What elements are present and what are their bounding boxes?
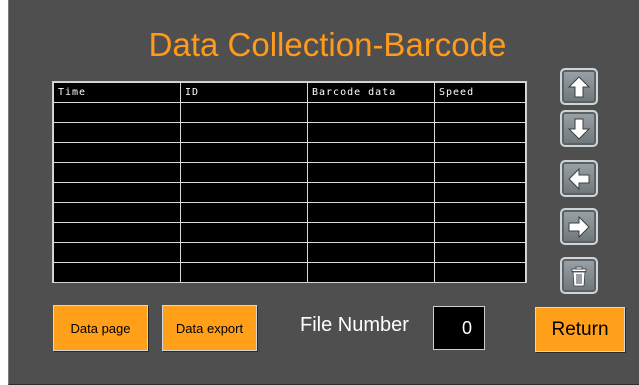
table-cell — [180, 262, 308, 283]
table-cell — [307, 142, 435, 163]
arrow-right-icon — [568, 215, 590, 239]
arrow-up-icon — [567, 76, 591, 98]
table-cell — [53, 202, 181, 223]
table-cell — [180, 222, 308, 243]
table-cell — [434, 142, 526, 163]
column-header-time: Time — [53, 82, 181, 103]
table-cell — [180, 242, 308, 263]
table-cell — [307, 262, 435, 283]
table-cell — [307, 182, 435, 203]
arrow-left-icon — [568, 167, 590, 191]
table-cell — [180, 182, 308, 203]
table-cell — [434, 122, 526, 143]
data-table: Time ID Barcode data Speed — [52, 81, 527, 283]
table-header-row: Time ID Barcode data Speed — [53, 82, 526, 103]
table-cell — [307, 242, 435, 263]
return-button[interactable]: Return — [535, 307, 625, 352]
page-left-button[interactable] — [560, 160, 598, 197]
table-cell — [53, 182, 181, 203]
table-row[interactable] — [53, 142, 526, 163]
table-cell — [307, 222, 435, 243]
file-number-label: File Number — [300, 314, 409, 336]
table-cell — [180, 142, 308, 163]
table-cell — [53, 102, 181, 123]
table-cell — [53, 142, 181, 163]
column-header-barcode-data: Barcode data — [307, 82, 435, 103]
table-cell — [307, 102, 435, 123]
table-cell — [434, 202, 526, 223]
table-cell — [434, 182, 526, 203]
table-cell — [180, 102, 308, 123]
scroll-down-button[interactable] — [560, 110, 598, 147]
table-cell — [434, 262, 526, 283]
table-row[interactable] — [53, 182, 526, 203]
page-right-button[interactable] — [560, 208, 598, 245]
page-title: Data Collection-Barcode — [148, 26, 507, 63]
table-cell — [53, 162, 181, 183]
table-cell — [53, 242, 181, 263]
table-row[interactable] — [53, 222, 526, 243]
delete-button[interactable] — [560, 257, 598, 294]
scroll-up-button[interactable] — [560, 68, 598, 105]
table-cell — [180, 122, 308, 143]
table-row[interactable] — [53, 102, 526, 123]
table-cell — [434, 162, 526, 183]
table-row[interactable] — [53, 242, 526, 263]
table-cell — [307, 202, 435, 223]
file-number-input[interactable]: 0 — [433, 306, 485, 350]
table-cell — [434, 242, 526, 263]
table-cell — [53, 262, 181, 283]
data-page-button[interactable]: Data page — [53, 305, 148, 351]
table-cell — [53, 222, 181, 243]
table-cell — [307, 122, 435, 143]
table-cell — [180, 162, 308, 183]
table-cell — [434, 102, 526, 123]
table-row[interactable] — [53, 262, 526, 283]
table-cell — [53, 122, 181, 143]
column-header-speed: Speed — [434, 82, 526, 103]
arrow-down-icon — [567, 118, 591, 140]
table-cell — [180, 202, 308, 223]
data-export-button[interactable]: Data export — [162, 305, 257, 351]
column-header-id: ID — [180, 82, 308, 103]
table-row[interactable] — [53, 122, 526, 143]
trash-icon — [571, 266, 587, 287]
table-cell — [434, 222, 526, 243]
table-row[interactable] — [53, 202, 526, 223]
table-cell — [307, 162, 435, 183]
table-row[interactable] — [53, 162, 526, 183]
